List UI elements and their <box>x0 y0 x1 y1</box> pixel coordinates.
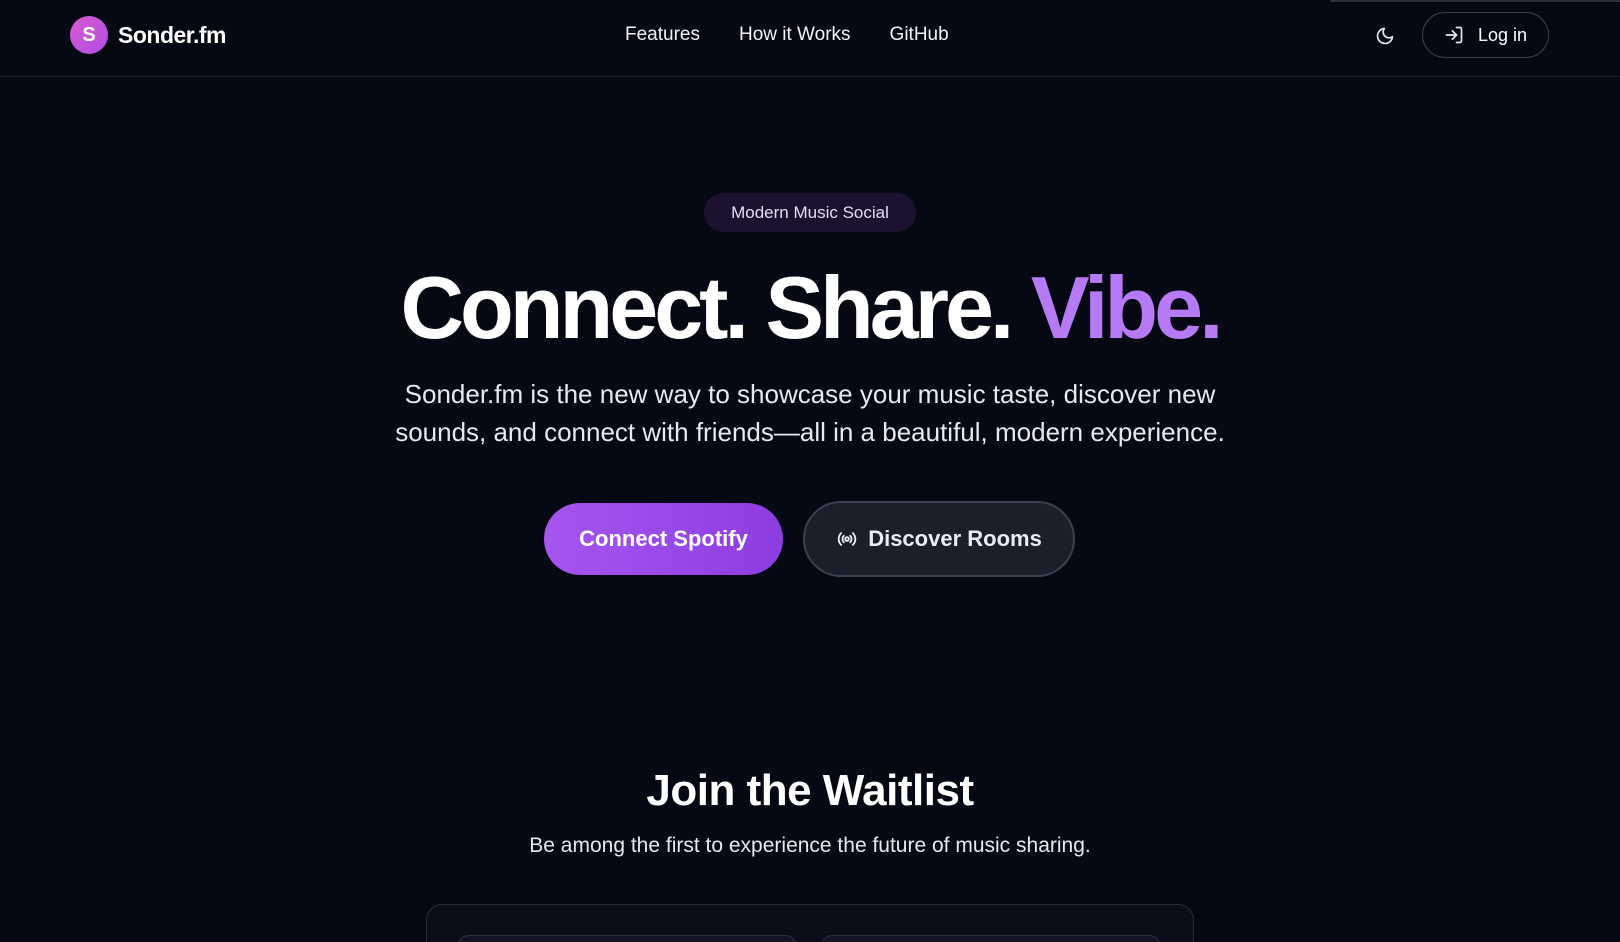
waitlist-subtitle: Be among the first to experience the fut… <box>529 834 1091 857</box>
login-label: Log in <box>1477 24 1528 45</box>
hero-badge: Modern Music Social <box>704 193 916 232</box>
logo-badge: S <box>70 16 108 54</box>
hero-subtitle-line-1: Sonder.fm is the new way to showcase you… <box>404 379 1216 409</box>
brand-logo-link[interactable]: S Sonder.fm <box>70 16 226 54</box>
moon-icon <box>1375 26 1395 46</box>
nav-link-how-it-works[interactable]: How it Works <box>739 24 851 46</box>
hero-subtitle: Sonder.fm is the new way to showcase you… <box>300 375 1320 451</box>
nav-link-github[interactable]: GitHub <box>890 24 949 46</box>
brand-name: Sonder.fm <box>118 21 226 48</box>
hero-headline: Connect. Share. Vibe. <box>0 258 1620 358</box>
waitlist-title: Join the Waitlist <box>646 766 974 815</box>
theme-toggle-button[interactable] <box>1372 23 1398 49</box>
hero-subtitle-line-2: sounds, and connect with friends—all in … <box>395 417 1225 447</box>
connect-spotify-button[interactable]: Connect Spotify <box>544 503 783 575</box>
nav-link-features[interactable]: Features <box>625 24 700 46</box>
window-edge-line <box>1330 0 1620 2</box>
broadcast-icon <box>836 528 858 550</box>
discover-rooms-button[interactable]: Discover Rooms <box>803 501 1075 577</box>
discover-rooms-label: Discover Rooms <box>868 526 1042 551</box>
page: S Sonder.fm Features How it Works GitHub <box>0 0 1620 942</box>
waitlist-email-input[interactable] <box>821 935 1161 942</box>
headline-main: Connect. Share. <box>400 258 1014 357</box>
login-arrow-icon <box>1444 25 1464 45</box>
waitlist-name-input[interactable] <box>457 935 797 942</box>
headline-accent: Vibe. <box>1030 258 1224 357</box>
login-button[interactable]: Log in <box>1422 12 1549 58</box>
main-nav: Features How it Works GitHub <box>625 24 949 46</box>
top-navbar: S Sonder.fm Features How it Works GitHub <box>0 0 1620 77</box>
waitlist-form-card <box>426 904 1194 942</box>
